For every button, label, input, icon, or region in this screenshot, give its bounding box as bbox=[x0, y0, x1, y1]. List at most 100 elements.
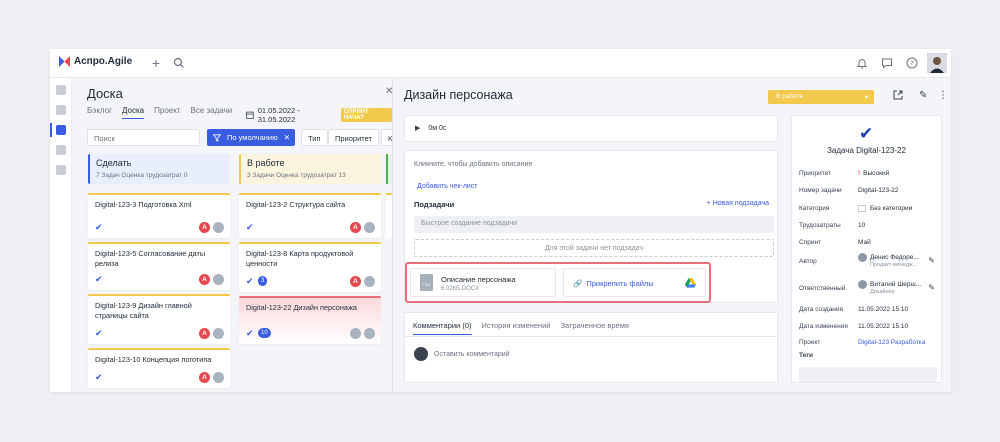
page-title: Доска bbox=[87, 86, 123, 101]
task-card-selected[interactable]: Digital-123-22 Дизайн персонажа ✔ 10 bbox=[239, 296, 381, 344]
search-icon[interactable] bbox=[173, 57, 185, 69]
add-checklist-link[interactable]: Добавить чек-лист bbox=[417, 183, 478, 190]
priority-value[interactable]: ! Высокий bbox=[858, 170, 889, 177]
category-value[interactable]: Без категории bbox=[858, 205, 912, 212]
tab-time-spent[interactable]: Затраченное время bbox=[560, 321, 628, 335]
avatar: A bbox=[199, 222, 210, 233]
file-name: Описание персонажа bbox=[441, 275, 516, 284]
attached-file[interactable]: FILE Описание персонажа 6.02КБ.DOCX bbox=[410, 268, 556, 297]
type-filter-button[interactable]: Тип bbox=[301, 129, 328, 146]
attach-files-link: 🔗 Прикрепить файлы bbox=[573, 279, 654, 288]
task-number-value: Digital-123-22 bbox=[858, 187, 899, 194]
avatar: A bbox=[350, 276, 361, 287]
logo[interactable]: Аспро.Agile bbox=[59, 56, 132, 67]
left-nav-rail bbox=[50, 78, 72, 392]
description-placeholder[interactable]: Кликните, чтобы добавить описание bbox=[414, 161, 532, 168]
tab-backlog[interactable]: Бэклог bbox=[87, 106, 112, 119]
edit-icon[interactable]: ✎ bbox=[919, 90, 927, 101]
new-subtask-button[interactable]: + Новая подзадача bbox=[707, 200, 769, 207]
tab-history[interactable]: История изменений bbox=[482, 321, 551, 335]
sprint-date-range[interactable]: 01.05.2022 - 31.05.2022 СПРИНТ НАЧАТ bbox=[246, 106, 392, 124]
nav-users-icon[interactable] bbox=[56, 105, 66, 115]
assignee-value[interactable]: Виталий Шерш... Дизайнер bbox=[858, 280, 921, 295]
comment-tabs: Комментарии (0) История изменений Затрач… bbox=[413, 321, 629, 335]
priority-high-icon: ! bbox=[858, 170, 861, 177]
subtask-count-badge: 10 bbox=[258, 328, 271, 338]
modified-date-value: 11.05.2022 15:10 bbox=[858, 323, 909, 330]
author-name: Денис Федоре... bbox=[870, 254, 919, 262]
prop-label: Автор bbox=[799, 258, 817, 265]
task-card[interactable]: Digital-123-2 Структура сайта ✔ A bbox=[239, 193, 381, 238]
logo-icon bbox=[59, 56, 70, 67]
task-card[interactable]: Digital-123-10 Концепция логотипа ✔ A bbox=[88, 348, 230, 388]
prop-label: Номер задачи bbox=[799, 187, 842, 194]
status-value: В работе bbox=[776, 93, 804, 100]
task-card[interactable]: Digital-123-8 Карта продуктовой ценности… bbox=[239, 242, 381, 292]
play-icon[interactable]: ▶ bbox=[415, 125, 420, 132]
task-card-title: Digital-123-2 Структура сайта bbox=[246, 200, 346, 209]
avatar bbox=[350, 328, 361, 339]
google-drive-icon[interactable] bbox=[685, 278, 696, 288]
tab-all-tasks[interactable]: Все задачи bbox=[191, 106, 233, 119]
task-card[interactable]: Digital-123-5 Согласование даты релиза ✔… bbox=[88, 242, 230, 290]
priority-filter-button[interactable]: Приоритет bbox=[328, 129, 379, 146]
task-title[interactable]: Дизайн персонажа bbox=[404, 88, 513, 102]
task-card-title: Digital-123-22 Дизайн персонажа bbox=[246, 303, 357, 312]
avatar bbox=[213, 274, 224, 285]
tags-input[interactable] bbox=[799, 367, 937, 382]
avatar bbox=[858, 280, 867, 289]
plus-icon[interactable]: + bbox=[150, 56, 162, 70]
edit-assignee-icon[interactable]: ✎ bbox=[928, 283, 935, 292]
tab-board[interactable]: Доска bbox=[122, 106, 145, 119]
tab-comments[interactable]: Комментарии (0) bbox=[413, 321, 472, 335]
edit-author-icon[interactable]: ✎ bbox=[928, 256, 935, 265]
task-properties-sidebar: ✔ Задача Digital-123-22 Приоритет ! Высок… bbox=[791, 115, 942, 383]
project-link[interactable]: Digital-123 Разработка bbox=[858, 339, 926, 346]
task-card[interactable]: Digital-123-9 Дизайн главной страницы са… bbox=[88, 294, 230, 344]
close-icon[interactable]: ✕ bbox=[385, 86, 393, 97]
more-vertical-icon[interactable]: ⋮ bbox=[938, 90, 948, 101]
quick-subtask-input[interactable]: Быстрое создание подзадачи bbox=[414, 216, 774, 233]
search-input[interactable]: Поиск bbox=[87, 129, 200, 146]
sprint-value[interactable]: Май bbox=[858, 239, 871, 246]
author-value[interactable]: Денис Федоре... Продакт-менедж... bbox=[858, 253, 919, 268]
task-card[interactable]: Digital-123-3 Подготовка Xml ✔ A bbox=[88, 193, 230, 238]
check-icon: ✔ bbox=[95, 274, 103, 284]
avatar bbox=[364, 276, 375, 287]
no-subtasks-placeholder: Для этой задачи нет подзадач bbox=[414, 239, 774, 257]
status-dropdown[interactable]: В работе ▾ bbox=[768, 90, 874, 104]
chat-icon[interactable] bbox=[881, 57, 893, 69]
open-external-icon[interactable] bbox=[893, 90, 903, 100]
tags-label: Теги bbox=[799, 352, 813, 359]
task-card-footer: ✔ A bbox=[95, 273, 224, 285]
comment-placeholder: Оставить комментарий bbox=[434, 350, 510, 358]
comment-input[interactable]: Оставить комментарий bbox=[414, 347, 510, 361]
effort-value[interactable]: 10 bbox=[858, 222, 865, 229]
task-card-footer: ✔ A bbox=[95, 371, 224, 383]
nav-reports-icon[interactable] bbox=[56, 145, 66, 155]
avatar bbox=[213, 372, 224, 383]
file-size: 6.02КБ.DOCX bbox=[441, 286, 480, 292]
filter-default-button[interactable]: По умолчанию ✕ bbox=[207, 129, 295, 146]
check-icon: ✔ bbox=[246, 222, 254, 232]
task-card-title: Digital-123-8 Карта продуктовой ценности bbox=[246, 249, 354, 268]
nav-board-icon[interactable] bbox=[56, 125, 66, 135]
calendar-icon bbox=[246, 111, 254, 119]
bell-icon[interactable] bbox=[856, 57, 868, 69]
avatar: A bbox=[199, 328, 210, 339]
column-meta: 3 Задачи Оценка трудозатрат 13 bbox=[247, 172, 346, 179]
top-bar: Аспро.Agile + ? bbox=[50, 49, 951, 78]
user-avatar[interactable] bbox=[927, 53, 947, 73]
attach-files-button[interactable]: 🔗 Прикрепить файлы bbox=[563, 268, 706, 297]
task-type-check-icon: ✔ bbox=[859, 124, 874, 143]
author-role: Продакт-менедж... bbox=[870, 262, 918, 268]
nav-settings-icon[interactable] bbox=[56, 165, 66, 175]
avatar: A bbox=[350, 222, 361, 233]
filter-clear-icon[interactable]: ✕ bbox=[284, 133, 290, 142]
tab-project[interactable]: Проект bbox=[154, 106, 180, 119]
time-tracker[interactable]: ▶ 0м 0с bbox=[404, 115, 778, 142]
more-filter-button[interactable]: К bbox=[381, 129, 392, 146]
nav-home-icon[interactable] bbox=[56, 85, 66, 95]
column-title: Сделать bbox=[96, 158, 132, 168]
help-icon[interactable]: ? bbox=[906, 57, 918, 69]
